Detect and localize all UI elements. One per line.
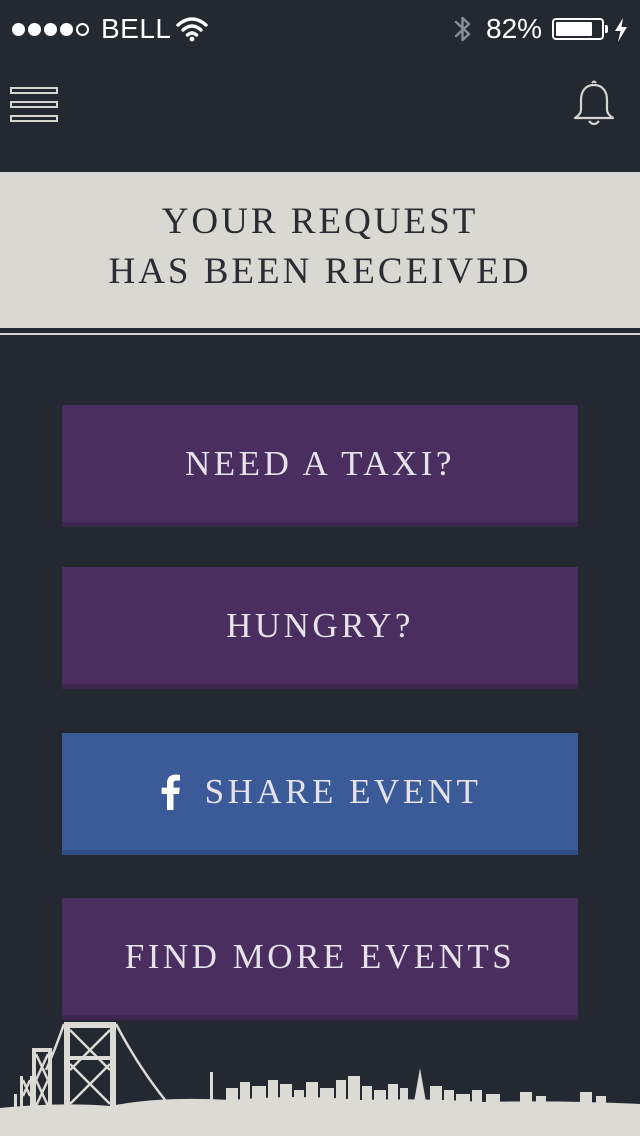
- divider: [0, 333, 640, 335]
- signal-dots-icon: [12, 22, 89, 36]
- need-taxi-button[interactable]: NEED A TAXI?: [62, 405, 578, 527]
- share-event-label: SHARE EVENT: [204, 771, 482, 811]
- carrier-name: BELL: [101, 13, 172, 44]
- hungry-button[interactable]: HUNGRY?: [62, 567, 578, 689]
- need-taxi-label: NEED A TAXI?: [185, 443, 455, 483]
- battery-nub: [605, 25, 608, 33]
- share-event-button[interactable]: SHARE EVENT: [62, 733, 578, 855]
- charging-bolt-icon: [615, 18, 627, 42]
- facebook-icon: [161, 774, 180, 810]
- confirmation-banner: YOUR REQUEST HAS BEEN RECEIVED: [0, 172, 640, 328]
- bell-icon[interactable]: [572, 80, 616, 128]
- battery-icon: [552, 18, 604, 40]
- hungry-label: HUNGRY?: [226, 605, 414, 645]
- city-skyline-bridge-icon: [0, 1022, 640, 1136]
- bluetooth-icon: [454, 16, 471, 42]
- find-more-events-button[interactable]: FIND MORE EVENTS: [62, 898, 578, 1020]
- battery-level-fill: [556, 22, 592, 36]
- battery-percent: 82%: [486, 13, 543, 44]
- hamburger-menu-icon[interactable]: [10, 86, 58, 124]
- find-more-events-label: FIND MORE EVENTS: [124, 936, 516, 976]
- confirmation-title-line-2: HAS BEEN RECEIVED: [108, 251, 532, 292]
- status-bar: BELL 82%: [0, 0, 640, 60]
- confirmation-title-line-1: YOUR REQUEST: [161, 201, 479, 242]
- wifi-icon: [176, 17, 208, 42]
